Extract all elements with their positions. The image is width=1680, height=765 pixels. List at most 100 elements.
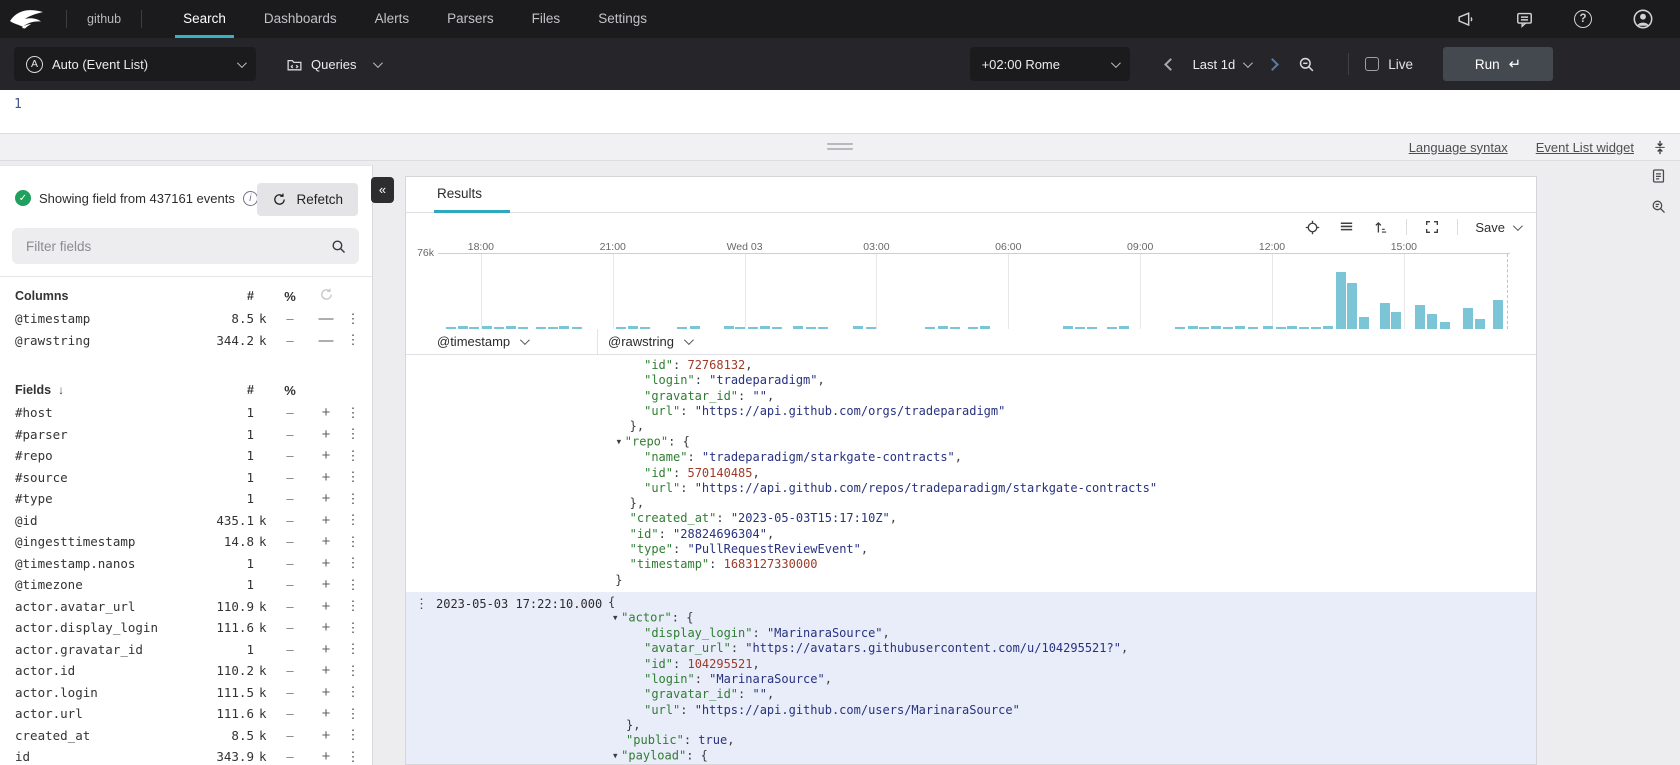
nav-item-settings[interactable]: Settings (598, 0, 647, 38)
fullscreen-icon[interactable] (1424, 219, 1440, 235)
zoom-out-time-icon[interactable] (1297, 55, 1316, 74)
collapse-triangle-icon[interactable]: ▼ (613, 610, 621, 625)
field-menu-icon[interactable]: ⋮ (344, 555, 362, 571)
nav-item-parsers[interactable]: Parsers (447, 0, 494, 38)
field-menu-icon[interactable]: ⋮ (344, 577, 362, 593)
field-menu-icon[interactable]: ⋮ (344, 311, 362, 327)
refetch-button[interactable]: Refetch (257, 183, 358, 216)
add-field-button[interactable]: + (308, 533, 344, 550)
field-menu-icon[interactable]: ⋮ (344, 706, 362, 722)
target-crosshair-icon[interactable] (1304, 219, 1321, 236)
field-row[interactable]: #parser1–+⋮ (0, 424, 372, 446)
field-row[interactable]: #host1–+⋮ (0, 402, 372, 424)
field-row[interactable]: id343.9k–+⋮ (0, 746, 372, 765)
time-prev-button[interactable] (1164, 58, 1177, 71)
resize-handle[interactable] (827, 143, 853, 153)
remove-column-glyph[interactable]: — (308, 332, 344, 349)
filter-fields-input[interactable] (24, 238, 330, 255)
tab-results[interactable]: Results (437, 186, 482, 201)
add-field-button[interactable]: + (308, 641, 344, 658)
live-toggle[interactable]: Live (1365, 57, 1413, 72)
field-row[interactable]: @timestamp.nanos1–+⋮ (0, 553, 372, 575)
event-menu-icon[interactable]: ⋮ (415, 596, 428, 612)
feedback-icon[interactable] (1515, 10, 1534, 29)
field-menu-icon[interactable]: ⋮ (344, 332, 362, 348)
language-syntax-link[interactable]: Language syntax (1409, 140, 1508, 155)
field-row[interactable]: @timezone1–+⋮ (0, 574, 372, 596)
add-field-button[interactable]: + (308, 447, 344, 464)
column-header-rawstring[interactable]: @rawstring (598, 329, 691, 354)
time-range-selector[interactable]: Last 1d (1189, 47, 1255, 81)
field-menu-icon[interactable]: ⋮ (344, 749, 362, 765)
live-checkbox[interactable] (1365, 57, 1379, 71)
field-menu-icon[interactable]: ⋮ (344, 491, 362, 507)
save-button[interactable]: Save (1475, 220, 1520, 235)
field-menu-icon[interactable]: ⋮ (344, 469, 362, 485)
add-field-button[interactable]: + (308, 619, 344, 636)
field-row[interactable]: actor.gravatar_id1–+⋮ (0, 639, 372, 661)
event-row[interactable]: "id": 72768132,"login": "tradeparadigm",… (406, 355, 1536, 592)
collapse-sidebar-button[interactable]: « (371, 177, 394, 203)
field-row[interactable]: actor.url111.6k–+⋮ (0, 703, 372, 725)
event-list-widget-link[interactable]: Event List widget (1536, 140, 1634, 155)
add-field-button[interactable]: + (308, 512, 344, 529)
add-field-button[interactable]: + (308, 705, 344, 722)
row-density-icon[interactable] (1338, 219, 1355, 236)
collapse-triangle-icon[interactable]: ▼ (613, 748, 621, 763)
collapse-triangle-icon[interactable]: ▼ (617, 434, 625, 449)
field-row[interactable]: #type1–+⋮ (0, 488, 372, 510)
histogram-plot[interactable] (438, 253, 1510, 329)
event-row[interactable]: ⋮2023-05-03 17:22:10.000{▼"actor": {"dis… (406, 592, 1536, 765)
column-header-timestamp[interactable]: @timestamp (406, 329, 598, 354)
add-field-button[interactable]: + (308, 727, 344, 744)
field-row[interactable]: @timestamp8.5k–—⋮ (0, 308, 372, 330)
field-menu-icon[interactable]: ⋮ (344, 426, 362, 442)
field-row[interactable]: #source1–+⋮ (0, 467, 372, 489)
field-row[interactable]: actor.display_login111.6k–+⋮ (0, 617, 372, 639)
add-field-button[interactable]: + (308, 426, 344, 443)
nav-item-alerts[interactable]: Alerts (375, 0, 410, 38)
field-menu-icon[interactable]: ⋮ (344, 663, 362, 679)
nav-item-files[interactable]: Files (532, 0, 561, 38)
add-field-button[interactable]: + (308, 576, 344, 593)
add-field-button[interactable]: + (308, 684, 344, 701)
info-icon[interactable]: i (243, 191, 258, 206)
field-row[interactable]: actor.id110.2k–+⋮ (0, 660, 372, 682)
collapse-editor-icon[interactable] (1652, 139, 1668, 156)
field-menu-icon[interactable]: ⋮ (344, 641, 362, 657)
event-notes-icon[interactable] (1650, 167, 1667, 185)
field-menu-icon[interactable]: ⋮ (344, 727, 362, 743)
crowdstrike-falcon-logo[interactable] (8, 7, 46, 31)
event-inspector-icon[interactable] (1650, 198, 1667, 215)
nav-item-search[interactable]: Search (183, 0, 226, 38)
sort-order-icon[interactable] (1372, 219, 1389, 236)
run-button[interactable]: Run ↵ (1443, 47, 1553, 81)
query-editor[interactable]: 1 (0, 90, 1680, 133)
field-menu-icon[interactable]: ⋮ (344, 448, 362, 464)
field-menu-icon[interactable]: ⋮ (344, 512, 362, 528)
workspace-selector[interactable]: github (77, 12, 131, 26)
profile-avatar-icon[interactable] (1632, 8, 1654, 30)
field-menu-icon[interactable]: ⋮ (344, 684, 362, 700)
field-row[interactable]: #repo1–+⋮ (0, 445, 372, 467)
time-next-button[interactable] (1266, 58, 1279, 71)
announcements-icon[interactable] (1456, 10, 1475, 29)
field-menu-icon[interactable]: ⋮ (344, 534, 362, 550)
sort-descending-icon[interactable]: ↓ (58, 383, 64, 397)
nav-item-dashboards[interactable]: Dashboards (264, 0, 337, 38)
remove-column-glyph[interactable]: — (308, 310, 344, 327)
field-row[interactable]: @rawstring344.2k–—⋮ (0, 330, 372, 352)
field-menu-icon[interactable]: ⋮ (344, 598, 362, 614)
view-mode-selector[interactable]: A Auto (Event List) (14, 47, 256, 81)
field-row[interactable]: actor.login111.5k–+⋮ (0, 682, 372, 704)
help-icon[interactable]: ? (1574, 10, 1592, 28)
field-row[interactable]: created_at8.5k–+⋮ (0, 725, 372, 747)
field-row[interactable]: @id435.1k–+⋮ (0, 510, 372, 532)
field-menu-icon[interactable]: ⋮ (344, 620, 362, 636)
add-field-button[interactable]: + (308, 555, 344, 572)
field-row[interactable]: actor.avatar_url110.9k–+⋮ (0, 596, 372, 618)
timezone-selector[interactable]: +02:00 Rome (970, 47, 1130, 81)
add-field-button[interactable]: + (308, 748, 344, 765)
add-field-button[interactable]: + (308, 662, 344, 679)
queries-menu-button[interactable]: Queries (274, 47, 392, 81)
